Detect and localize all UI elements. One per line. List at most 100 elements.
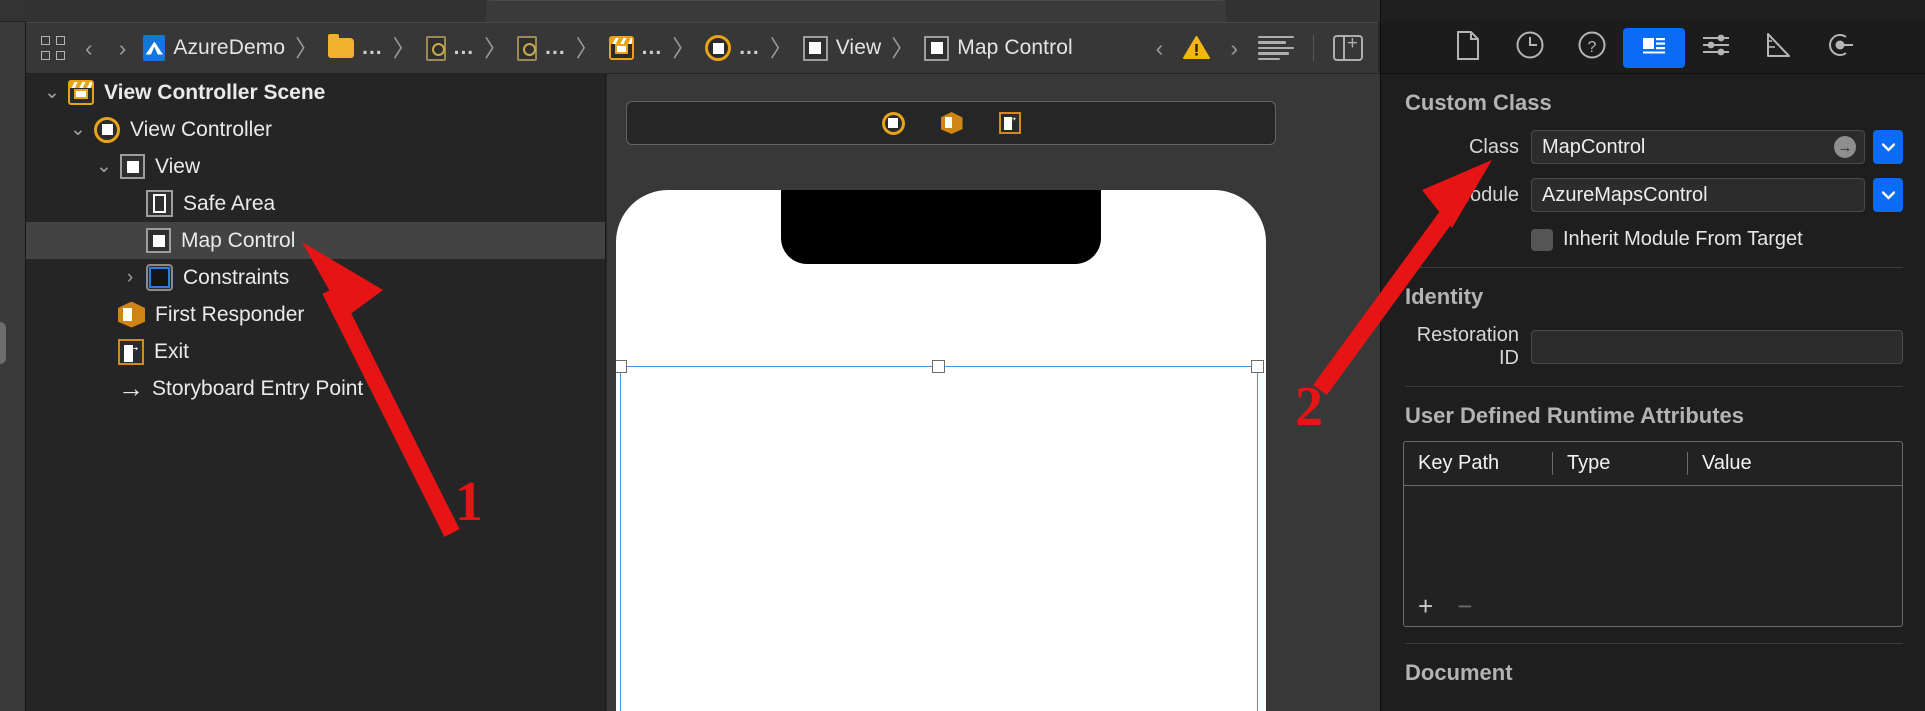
tab-attributes-inspector[interactable] — [1685, 28, 1747, 68]
quick-help-inspector-icon: ? — [1578, 31, 1606, 64]
first-responder-icon[interactable] — [940, 112, 963, 134]
restoration-id-row: Restoration ID — [1403, 324, 1903, 370]
xcode-window: ‹ › AzureDemo 〉 ... 〉 ... 〉 ... 〉 ... 〉 — [0, 0, 1925, 711]
size-inspector-icon — [1765, 32, 1791, 63]
view-controller-icon[interactable] — [881, 111, 905, 135]
outline-row-storyboard-entry-point[interactable]: → Storyboard Entry Point — [26, 370, 605, 407]
outline-row-label: Storyboard Entry Point — [152, 376, 364, 400]
selected-view-bounds[interactable] — [616, 360, 1264, 711]
tab-history-inspector[interactable] — [1499, 28, 1561, 68]
outline-row-safe-area[interactable]: Safe Area — [26, 185, 605, 222]
resize-handle-top-right[interactable] — [1251, 360, 1264, 373]
outline-row-constraints[interactable]: › Constraints — [26, 259, 605, 296]
table-body-empty[interactable] — [1404, 486, 1902, 586]
issue-badge[interactable] — [1176, 31, 1217, 65]
user-defined-runtime-attributes-table[interactable]: Key Path Type Value + − — [1403, 441, 1903, 627]
resize-handle-top-left[interactable] — [616, 360, 627, 373]
tab-size-inspector[interactable] — [1747, 28, 1809, 68]
breadcrumb-separator-icon: 〉 — [769, 34, 793, 61]
resize-handle-top-center[interactable] — [932, 360, 945, 373]
breadcrumb-separator-icon: 〉 — [295, 34, 319, 61]
tab-quick-help-inspector[interactable]: ? — [1561, 28, 1623, 68]
breadcrumb-label: ... — [739, 36, 760, 59]
breadcrumb-label: AzureDemo — [173, 36, 286, 59]
outline-row-exit[interactable]: Exit — [26, 333, 605, 370]
outline-row-label: Map Control — [181, 228, 296, 252]
tab-identity-inspector[interactable] — [1622, 27, 1685, 68]
breadcrumb-item-project[interactable]: AzureDemo — [139, 31, 289, 65]
tab-file-inspector[interactable] — [1437, 28, 1499, 68]
view-controller-icon — [94, 116, 120, 143]
restoration-id-input[interactable] — [1531, 330, 1903, 364]
disclosure-triangle-icon[interactable]: ⌄ — [38, 81, 66, 104]
section-title-udra: User Defined Runtime Attributes — [1405, 403, 1745, 428]
add-attribute-button[interactable]: + — [1418, 593, 1433, 619]
section-title-document: Document — [1405, 660, 1513, 685]
disclosure-triangle-icon[interactable]: ⌄ — [64, 118, 92, 141]
outline-row-label: Constraints — [183, 265, 290, 289]
outline-row-view-controller[interactable]: ⌄ View Controller — [26, 111, 605, 148]
table-footer: + − — [1404, 586, 1902, 626]
section-divider — [1405, 643, 1903, 644]
file-inspector-icon — [1456, 30, 1480, 65]
outline-row-view[interactable]: ⌄ View — [26, 148, 605, 185]
outline-row-label: View Controller — [130, 117, 273, 141]
back-button[interactable]: ‹ — [72, 31, 106, 65]
view-icon — [924, 35, 950, 61]
inherit-module-row[interactable]: Inherit Module From Target — [1403, 228, 1903, 251]
class-input[interactable]: MapControl → — [1531, 130, 1865, 164]
exit-icon[interactable] — [998, 109, 1021, 134]
minimap-button[interactable] — [1251, 31, 1301, 65]
inspector-panel: ? Custom Class Class MapControl → Module… — [1380, 0, 1925, 711]
next-issue-button[interactable]: › — [1217, 31, 1251, 65]
breadcrumb-item-folder[interactable]: ... — [324, 31, 387, 65]
disclosure-triangle-icon[interactable]: › — [116, 267, 144, 289]
inspector-content: Custom Class Class MapControl → Module A… — [1381, 74, 1925, 711]
entry-point-arrow-icon: → — [118, 372, 144, 403]
minimap-icon — [1258, 36, 1294, 60]
add-editor-button[interactable] — [1326, 31, 1370, 65]
class-field-row: Class MapControl → — [1403, 130, 1903, 164]
module-dropdown-button[interactable] — [1873, 178, 1903, 212]
outline-row-label: View Controller Scene — [104, 80, 326, 104]
outline-row-view-controller-scene[interactable]: ⌄ View Controller Scene — [26, 74, 605, 111]
breadcrumb-item-file-2[interactable]: ... — [513, 31, 570, 65]
scene-dock-toolbar[interactable] — [626, 101, 1276, 145]
restoration-id-label: Restoration ID — [1416, 324, 1519, 369]
outline-row-first-responder[interactable]: First Responder — [26, 296, 605, 333]
editor-tab-active[interactable] — [486, 0, 1226, 22]
breadcrumb-item-storyboard[interactable]: ... — [605, 31, 667, 65]
inherit-module-label: Inherit Module From Target — [1563, 228, 1803, 250]
class-value: MapControl — [1542, 135, 1646, 158]
device-preview[interactable] — [616, 190, 1266, 711]
disclosure-triangle-icon[interactable]: ⌄ — [90, 155, 118, 178]
annotation-number-1: 1 — [455, 471, 483, 533]
jump-to-definition-icon[interactable]: → — [1834, 136, 1856, 158]
previous-issue-button[interactable]: ‹ — [1143, 31, 1177, 65]
folder-icon — [328, 34, 355, 58]
remove-attribute-button[interactable]: − — [1457, 593, 1472, 619]
tab-connections-inspector[interactable] — [1809, 28, 1871, 68]
related-items-button[interactable] — [34, 31, 72, 65]
module-input[interactable]: AzureMapsControl — [1531, 178, 1865, 212]
module-field-row: Module AzureMapsControl — [1403, 178, 1903, 212]
breadcrumb-item-map-control[interactable]: Map Control — [920, 31, 1076, 65]
breadcrumb-item-file-1[interactable]: ... — [422, 31, 479, 65]
document-outline[interactable]: ⌄ View Controller Scene ⌄ View Controlle… — [26, 74, 606, 711]
annotation-number-2: 2 — [1295, 376, 1323, 438]
interface-builder-canvas[interactable] — [607, 74, 1380, 711]
class-dropdown-button[interactable] — [1873, 130, 1903, 164]
breadcrumb-item-view-controller[interactable]: ... — [701, 31, 764, 65]
inherit-module-checkbox[interactable] — [1531, 228, 1553, 251]
jump-bar: ‹ › AzureDemo 〉 ... 〉 ... 〉 ... 〉 ... 〉 — [26, 22, 1378, 74]
forward-button[interactable]: › — [106, 31, 140, 65]
outline-row-map-control[interactable]: Map Control — [26, 222, 605, 259]
inspector-tab-bar[interactable]: ? — [1381, 22, 1925, 74]
toolbar-divider — [1313, 35, 1314, 61]
navigator-resize-handle[interactable] — [0, 322, 6, 364]
breadcrumb-label: ... — [545, 36, 566, 59]
breadcrumb-item-view[interactable]: View — [799, 31, 886, 65]
breadcrumb-label: Map Control — [957, 36, 1073, 59]
view-icon — [802, 35, 828, 61]
history-inspector-icon — [1516, 31, 1544, 64]
